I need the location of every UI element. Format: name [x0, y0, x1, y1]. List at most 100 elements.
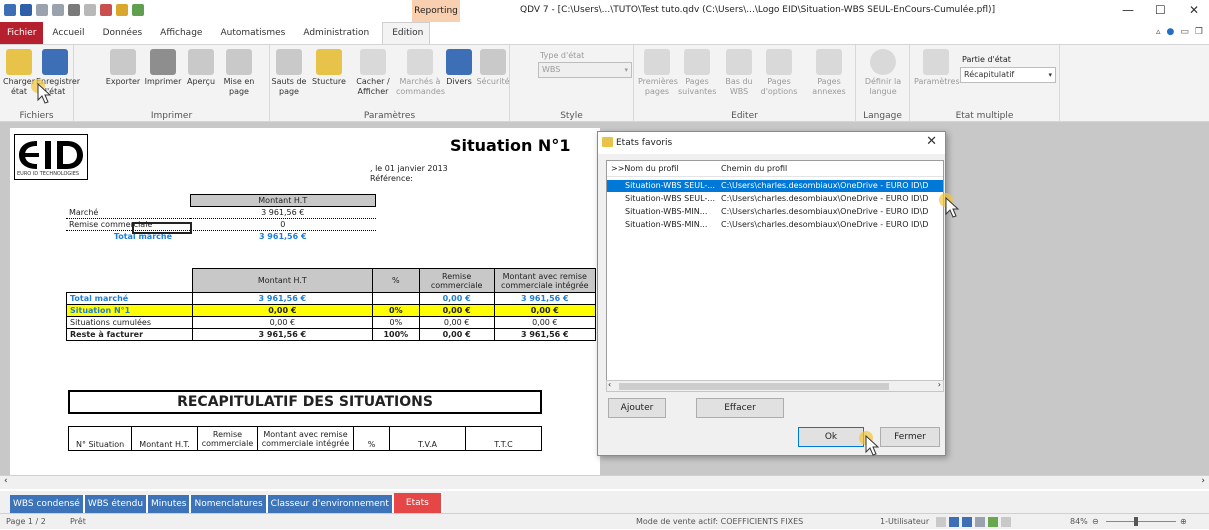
group-label-langage: Langage	[863, 111, 902, 121]
maximize-icon[interactable]: ☐	[1155, 3, 1166, 17]
tab-wbs-condense[interactable]: WBS condensé	[10, 495, 85, 513]
tab-accueil[interactable]: Accueil	[43, 23, 93, 43]
pages-suivantes-button[interactable]: Pages suivantes	[678, 49, 716, 97]
dialog-title-bar[interactable]: Etats favoris ✕	[598, 132, 945, 154]
zoom-in-icon[interactable]: ⊕	[1180, 514, 1187, 530]
effacer-button[interactable]: Effacer	[696, 398, 784, 418]
ok-button[interactable]: Ok	[798, 427, 864, 447]
quick-access-toolbar	[4, 4, 144, 16]
pages-annexes-button[interactable]: Pages annexes	[810, 49, 848, 97]
tab-affichage[interactable]: Affichage	[151, 23, 211, 43]
zoom-out-icon[interactable]: ⊖	[1092, 514, 1099, 530]
premieres-pages-button[interactable]: Premières pages	[638, 49, 678, 97]
group-langage: Définir la langue Langage	[856, 45, 910, 123]
close-icon[interactable]: ✕	[926, 134, 937, 149]
column-nom-du-profil[interactable]: >>Nom du profil	[611, 161, 679, 177]
type-etat-select[interactable]: WBS ▾	[538, 62, 632, 78]
customize-icon[interactable]	[132, 4, 144, 16]
restore-doc-icon[interactable]: ▭	[1180, 27, 1189, 37]
pages-options-button[interactable]: Pages d'options	[760, 49, 798, 97]
list-horizontal-scrollbar[interactable]: ‹ ›	[606, 380, 944, 392]
partie-etat-select[interactable]: Récapitulatif ▾	[960, 67, 1056, 83]
close-doc-icon[interactable]	[100, 4, 112, 16]
tab-minutes[interactable]: Minutes	[148, 495, 192, 513]
parametres-button[interactable]: Paramètres	[914, 49, 960, 87]
page-icon	[816, 49, 842, 75]
apercu-button[interactable]: Aperçu	[182, 49, 220, 87]
list-item[interactable]: Situation-WBS SEUL-... C:\Users\charles.…	[607, 180, 943, 192]
profiles-list[interactable]: >>Nom du profil Chemin du profil Situati…	[606, 160, 944, 392]
mise-en-page-button[interactable]: Mise en page	[220, 49, 258, 97]
list-item[interactable]: Situation-WBS-MIN... C:\Users\charles.de…	[607, 206, 943, 218]
zoom-level: 84%	[1070, 517, 1088, 526]
view-icon[interactable]	[1001, 517, 1011, 527]
scrollbar-thumb[interactable]	[619, 383, 889, 390]
marches-commandes-button[interactable]: Marchés à commandes	[396, 49, 445, 97]
situation-table: Montant H.T % Remise commerciale Montant…	[66, 268, 597, 341]
group-imprimer: Exporter Imprimer Aperçu Mise en page Im…	[74, 45, 270, 123]
save-icon[interactable]	[20, 4, 32, 16]
bas-du-wbs-button[interactable]: Bas du WBS	[720, 49, 758, 97]
tab-automatismes[interactable]: Automatismes	[211, 23, 294, 43]
exporter-button[interactable]: Exporter	[104, 49, 142, 87]
tab-donnees[interactable]: Données	[94, 23, 152, 43]
scroll-left-icon[interactable]: ‹	[608, 380, 611, 389]
ajouter-button[interactable]: Ajouter	[608, 398, 666, 418]
list-header: >>Nom du profil Chemin du profil	[607, 161, 943, 177]
table2-header: %	[372, 268, 420, 293]
cacher-afficher-button[interactable]: Cacher / Afficher	[354, 49, 392, 97]
stucture-button[interactable]: Stucture	[310, 49, 348, 87]
table2-header: Remise commerciale	[418, 268, 495, 293]
collapse-ribbon-icon[interactable]: ▵	[1156, 27, 1161, 37]
close-icon[interactable]: ✕	[1189, 3, 1199, 17]
ribbon: Charger état Enregistrer l'état Fichiers…	[0, 44, 1209, 123]
preview-icon[interactable]	[84, 4, 96, 16]
zoom-slider[interactable]	[1106, 521, 1176, 522]
table2-header: Montant H.T	[191, 268, 374, 293]
pencil-icon[interactable]	[116, 4, 128, 16]
main-horizontal-scrollbar[interactable]: ‹ ›	[0, 475, 1209, 489]
column-chemin-du-profil[interactable]: Chemin du profil	[721, 161, 787, 177]
type-etat-value: WBS	[542, 65, 561, 74]
print-icon[interactable]	[68, 4, 80, 16]
view-icon[interactable]	[962, 517, 972, 527]
fermer-button[interactable]: Fermer	[880, 427, 940, 447]
imprimer-button[interactable]: Imprimer	[144, 49, 182, 87]
tab-administration[interactable]: Administration	[294, 23, 378, 43]
scroll-right-icon[interactable]: ›	[1201, 476, 1205, 486]
list-item[interactable]: Situation-WBS SEUL-... C:\Users\charles.…	[607, 193, 943, 205]
divers-button[interactable]: Divers	[440, 49, 478, 87]
tab-nomenclatures[interactable]: Nomenclatures	[191, 495, 268, 513]
recap-header: Montant H.T.	[131, 426, 198, 451]
tab-edition[interactable]: Edition	[382, 22, 431, 44]
view-icon[interactable]	[988, 517, 998, 527]
zoom-slider-thumb[interactable]	[1134, 517, 1138, 526]
table2-cell: 0,00 €	[493, 316, 597, 329]
securite-button[interactable]: Sécurité	[474, 49, 512, 87]
redo-icon[interactable]	[52, 4, 64, 16]
layout-icon[interactable]	[936, 517, 946, 527]
list-item[interactable]: Situation-WBS-MIN... C:\Users\charles.de…	[607, 219, 943, 231]
app-icon	[4, 4, 16, 16]
definir-langue-button[interactable]: Définir la langue	[864, 49, 902, 97]
tab-classeur-environnement[interactable]: Classeur d'environnement	[267, 495, 394, 513]
partie-etat-label: Partie d'état	[962, 55, 1011, 64]
view-icon[interactable]	[975, 517, 985, 527]
recap-header: Remise commerciale	[197, 426, 258, 451]
table2-cell: 0,00 €	[418, 316, 495, 329]
tab-wbs-etendu[interactable]: WBS étendu	[84, 495, 149, 513]
view-icon[interactable]	[949, 517, 959, 527]
table2-cell: 0,00 €	[418, 304, 495, 317]
sauts-de-page-button[interactable]: Sauts de page	[270, 49, 308, 97]
table2-row-label: Situations cumulées	[66, 316, 193, 329]
tab-etats[interactable]: Etats	[393, 493, 443, 513]
minimize-icon[interactable]: —	[1122, 3, 1134, 17]
window-doc-icon[interactable]: ❐	[1195, 27, 1203, 37]
undo-icon[interactable]	[36, 4, 48, 16]
table2-cell: 0%	[372, 316, 420, 329]
help-icon[interactable]: ●	[1167, 27, 1175, 37]
tab-fichier[interactable]: Fichier	[0, 22, 44, 44]
scroll-right-icon[interactable]: ›	[938, 380, 941, 389]
profile-path: C:\Users\charles.desombiaux\OneDrive - E…	[721, 181, 929, 190]
scroll-left-icon[interactable]: ‹	[4, 476, 8, 486]
